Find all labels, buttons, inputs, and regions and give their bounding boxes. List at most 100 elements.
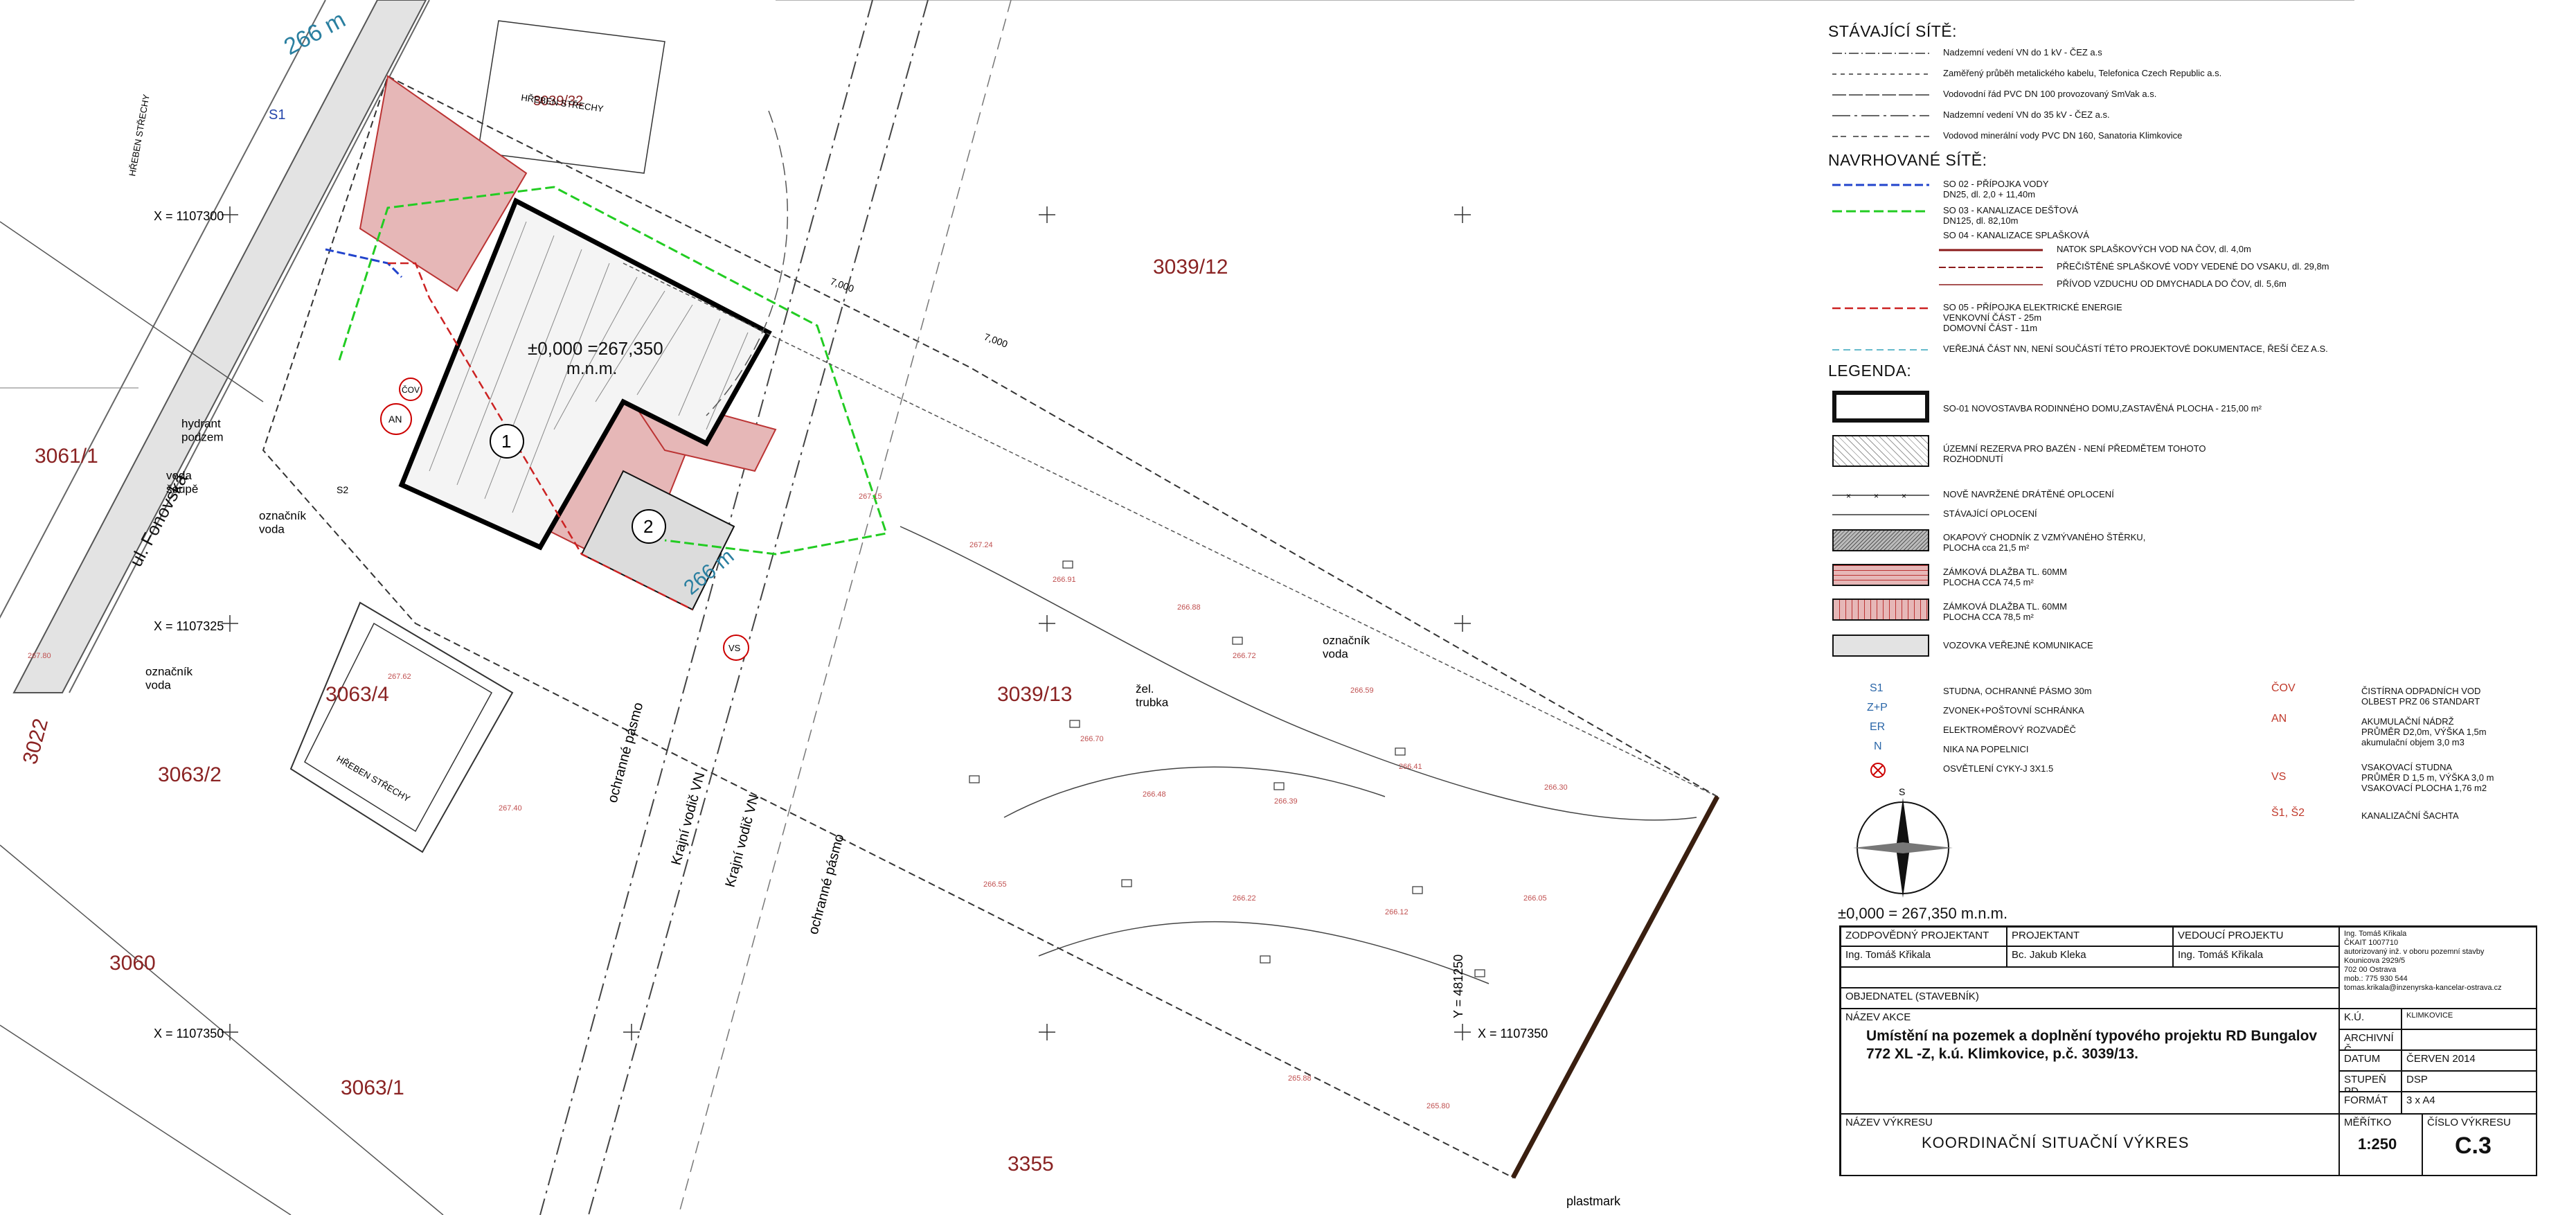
legend-item-row: VOZOVKA VEŘEJNÉ KOMUNIKACE (1828, 632, 2562, 662)
svg-text:266.41: 266.41 (1399, 763, 1422, 771)
stage-header: STUPEŇ PD (2339, 1071, 2401, 1092)
action-cell: NÁZEV AKCE Umístění na pozemek a doplněn… (1841, 1009, 2339, 1114)
svg-text:266.72: 266.72 (1233, 652, 1256, 660)
pool-symbol (1832, 435, 1929, 467)
svg-text:266.39: 266.39 (1274, 797, 1298, 806)
legend-item-row: OKAPOVÝ CHODNÍK Z VZMÝVANÉHO ŠTĚRKU, PLO… (1828, 526, 2562, 557)
vn-line-1 (588, 0, 929, 1215)
svg-text:266.70: 266.70 (1080, 735, 1104, 743)
datum-line: ±0,000 = 267,350 m.n.m. (1838, 905, 2008, 922)
symbol-code: Z+P (1867, 702, 1888, 713)
legend-proposed-text: PŘÍVOD VZDUCHU OD DMYCHADLA DO ČOV, dl. … (2057, 278, 2287, 289)
legend-item-text: ÚZEMNÍ REZERVA PRO BAZÉN - NENÍ PŘEDMĚTE… (1943, 443, 2206, 464)
krajni-vodic-1: Krajní vodič VN (669, 770, 708, 867)
line-symbol (1832, 94, 1929, 96)
road-edge-2 (69, 0, 430, 693)
parcel-3063-2: 3063/2 (158, 763, 222, 786)
coord-x1: X = 1107300 (154, 209, 224, 223)
symbol-row-right: AN AKUMULAČNÍ NÁDRŽ PRŮMĚR D2,0m, VÝŠKA … (2271, 711, 2562, 748)
existing-networks-title: STÁVAJÍCÍ SÍTĚ: (1828, 22, 1957, 40)
action-title: Umístění na pozemek a doplnění typového … (1866, 1028, 2318, 1062)
legend-item-text: VOZOVKA VEŘEJNÉ KOMUNIKACE (1943, 640, 2093, 650)
format-header: FORMÁT (2339, 1092, 2401, 1114)
voda-soupe-label: voda šoupě (166, 469, 198, 496)
date-value: ČERVEN 2014 (2401, 1050, 2537, 1071)
spacer-row (1841, 967, 2339, 988)
vn-line-3 (678, 0, 1012, 1215)
symbol-row-right: ČOV ČISTÍRNA ODPADNÍCH VOD OLBEST PRZ 06… (2271, 680, 2562, 708)
symbol-code: Š1, Š2 (2271, 807, 2305, 819)
annotation-line: voda (145, 679, 171, 692)
dim-7000-b: 7,000 (983, 331, 1010, 350)
line-symbol (1832, 73, 1929, 75)
legend-existing-row: Nadzemní vedení VN do 1 kV - ČEZ a.s (1828, 42, 2562, 65)
designer-header: PROJEKTANT (2007, 927, 2173, 946)
fence-existing-symbol (1832, 514, 1929, 515)
drawing-title: KOORDINAČNÍ SITUAČNÍ VÝKRES (1922, 1134, 2190, 1151)
parcel-3022: 3022 (19, 716, 53, 767)
symbol-code: AN (2271, 713, 2287, 725)
terrain-line-1 (900, 526, 1697, 821)
zel-trubka-label: žel. trubka (1136, 682, 1169, 709)
symbol-text: OSVĚTLENÍ CYKY-J 3X1.5 (1943, 763, 2054, 774)
symbol-text: AKUMULAČNÍ NÁDRŽ PRŮMĚR D2,0m, VÝŠKA 1,5… (2361, 716, 2487, 747)
legend-proposed-text: PŘEČIŠTĚNÉ SPLAŠKOVÉ VODY VEDENÉ DO VSAK… (2057, 261, 2329, 272)
designer-name: Bc. Jakub Kleka (2007, 946, 2173, 967)
oznacnik-voda-3: označník voda (1323, 634, 1370, 661)
legend-proposed-row: VEŘEJNÁ ČÁST NN, NENÍ SOUČÁSTÍ TÉTO PROJ… (1828, 338, 2562, 362)
parcel-3039-13: 3039/13 (997, 683, 1072, 706)
parcel-3355: 3355 (1008, 1153, 1054, 1176)
archive-value (2401, 1029, 2537, 1050)
electric-line-symbol (1832, 307, 1929, 310)
symbol-code: VS (2271, 771, 2287, 783)
gravel-symbol (1832, 529, 1929, 551)
coord-x4: X = 1107350 (1478, 1027, 1548, 1040)
legend-existing-text: Vodovod minerální vody PVC DN 160, Sanat… (1943, 130, 2183, 141)
coord-y1: Y = 481250 (1451, 955, 1465, 1018)
legend-proposed-row: SO 02 - PŘÍPOJKA VODY DN25, dl. 2,0 + 11… (1828, 173, 2562, 199)
legend-existing-row: Nadzemní vedení VN do 35 kV - ČEZ a.s. (1828, 104, 2562, 127)
svg-text:267.40: 267.40 (499, 804, 522, 813)
line-symbol (1832, 115, 1929, 116)
parcel-line-left2 (0, 1025, 292, 1215)
light-icon (1870, 763, 1886, 778)
ku-value: KLIMKOVICE (2401, 1009, 2537, 1029)
legend-proposed-row: SO 05 - PŘÍPOJKA ELEKTRICKÉ ENERGIE VENK… (1828, 296, 2562, 333)
legend-item-text: ZÁMKOVÁ DLAŽBA TL. 60MM PLOCHA CCA 78,5 … (1943, 601, 2067, 622)
legend-title: LEGENDA: (1828, 362, 1912, 380)
legend-proposed-row: SO 03 - KANALIZACE DEŠŤOVÁ DN125, dl. 82… (1828, 199, 2562, 226)
water-line-symbol (1832, 184, 1929, 186)
symbol-text: VSAKOVACÍ STUDNA PRŮMĚR D 1,5 m, VÝŠKA 3… (2361, 762, 2494, 793)
well-s1-label: S1 (269, 107, 285, 123)
coord-x3: X = 1107350 (154, 1027, 224, 1040)
lead-header: VEDOUCÍ PROJEKTU (2173, 927, 2339, 946)
elev-266-top: 266 m (280, 6, 350, 60)
line-symbol (1832, 53, 1929, 54)
svg-text:×: × (1874, 491, 1879, 501)
terrain-line-3 (1038, 921, 1490, 984)
road-strip (12, 0, 427, 693)
legend-existing-text: Vodovodní řád PVC DN 100 provozovaný SmV… (1943, 89, 2157, 99)
legend-item-row: STÁVAJÍCÍ OPLOCENÍ (1828, 503, 2562, 526)
symbol-row-right: Š1, Š2 KANALIZAČNÍ ŠACHTA (2271, 805, 2562, 828)
client-header: OBJEDNATEL (STAVEBNÍK) (1841, 988, 2339, 1009)
annotation-line: podzem (181, 431, 223, 444)
symbol-text: ELEKTROMĚROVÝ ROZVADĚČ (1943, 725, 2076, 735)
legend-proposed-text: SO 05 - PŘÍPOJKA ELEKTRICKÉ ENERGIE VENK… (1943, 302, 2122, 333)
svg-text:267.15: 267.15 (859, 493, 882, 501)
ku-header: K.Ú. (2339, 1009, 2401, 1029)
symbol-text: ZVONEK+POŠTOVNÍ SCHRÁNKA (1943, 705, 2084, 716)
svg-text:265.88: 265.88 (1288, 1074, 1312, 1083)
svg-text:267.80: 267.80 (28, 652, 51, 660)
building-1-number: 1 (501, 431, 511, 452)
legend-proposed-row: PŘÍVOD VZDUCHU OD DMYCHADLA DO ČOV, dl. … (1828, 273, 2562, 296)
svg-text:266.48: 266.48 (1143, 790, 1166, 799)
svg-text:266.22: 266.22 (1233, 894, 1256, 903)
parcel-3063-4: 3063/4 (325, 683, 389, 706)
format-value: 3 x A4 (2401, 1092, 2537, 1114)
scale-value: 1:250 (2358, 1135, 2397, 1153)
title-block: ZODPOVĚDNÝ PROJEKTANT PROJEKTANT VEDOUCÍ… (1839, 925, 2537, 1176)
legend-item-row: ZÁMKOVÁ DLAŽBA TL. 60MM PLOCHA CCA 78,5 … (1828, 596, 2562, 626)
line-symbol (1832, 136, 1929, 137)
krajni-vodic-2: Krajní vodič VN (723, 792, 762, 889)
